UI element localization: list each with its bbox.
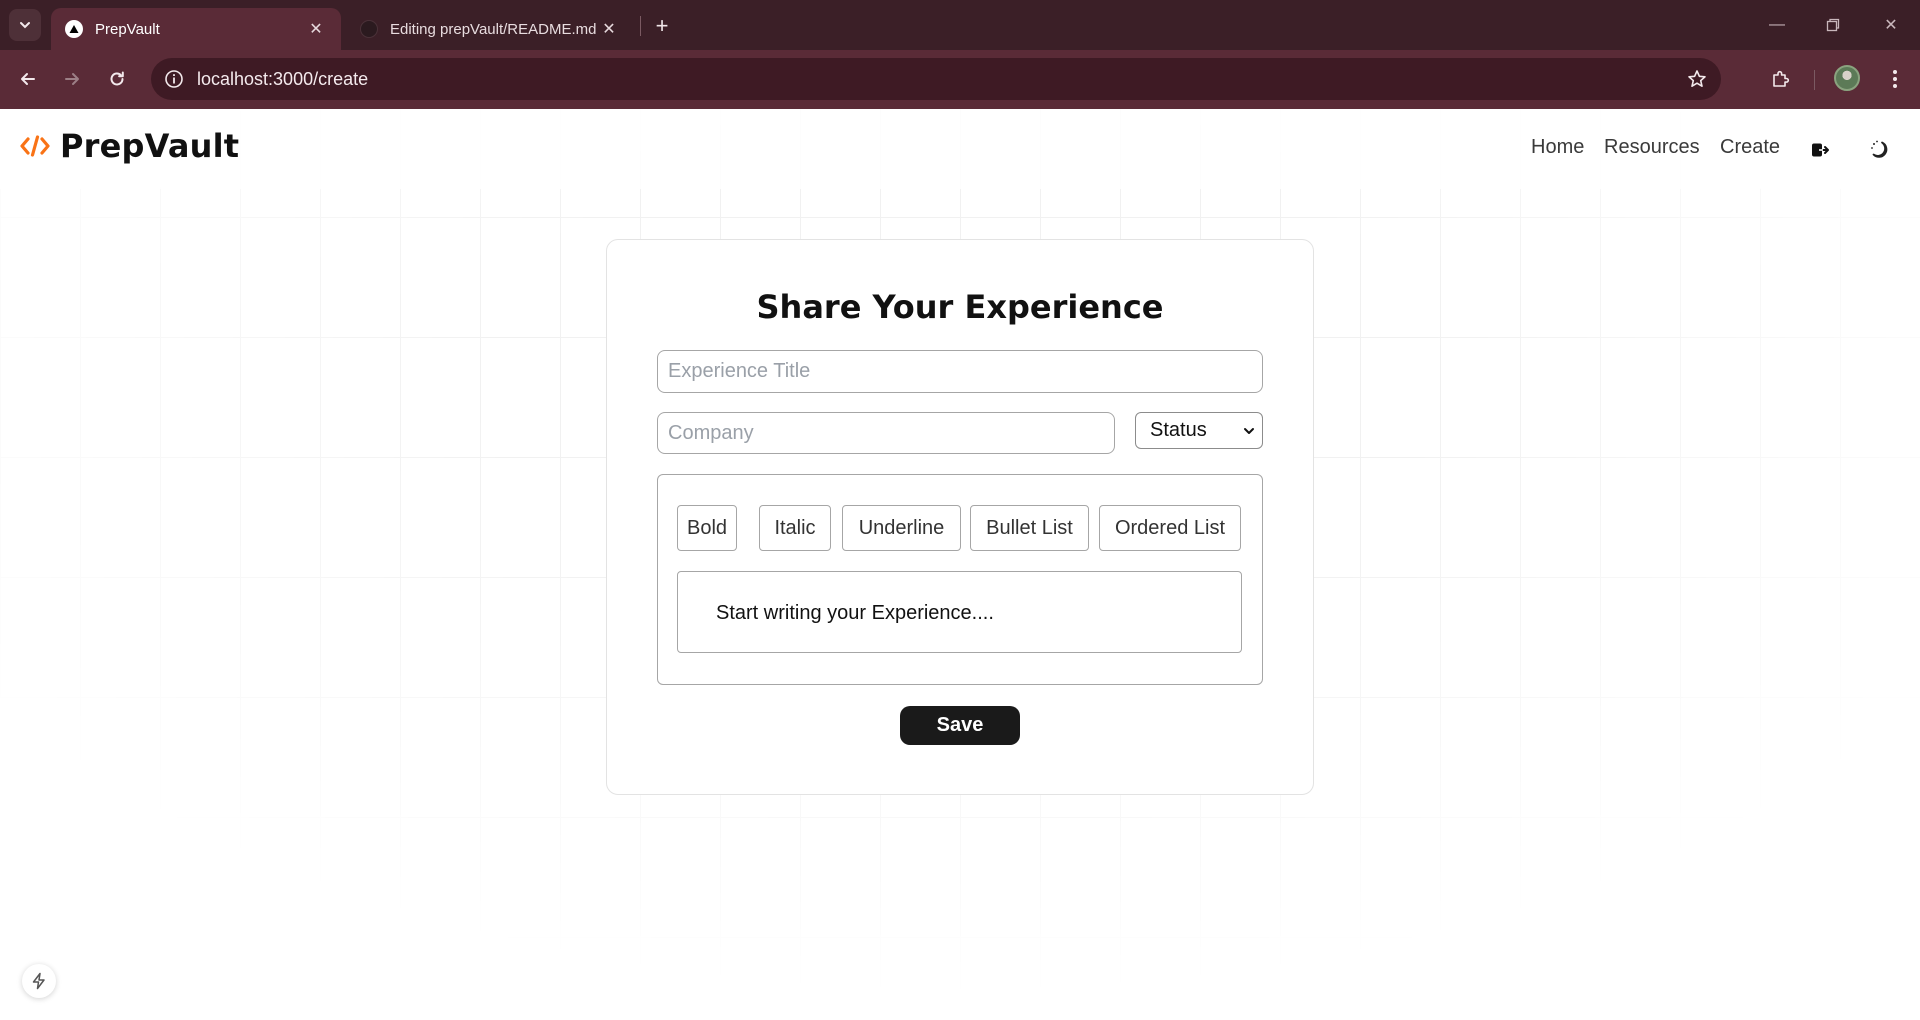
puzzle-icon <box>1773 70 1790 87</box>
status-selected-value: Status <box>1150 419 1207 441</box>
close-tab-icon[interactable]: ✕ <box>305 18 327 40</box>
arrow-left-icon <box>21 73 35 85</box>
extensions-button[interactable] <box>1766 64 1796 94</box>
forward-button[interactable] <box>57 64 87 94</box>
profile-avatar[interactable] <box>1834 65 1860 91</box>
ordered-list-button[interactable]: Ordered List <box>1099 505 1241 551</box>
form-heading: Share Your Experience <box>756 288 1164 326</box>
moon-icon <box>1871 140 1888 158</box>
tab-title: PrepVault <box>95 20 160 38</box>
tab-title: Editing prepVault/README.md <box>390 20 597 38</box>
tab-github-readme[interactable]: Editing prepVault/README.md ✕ <box>346 8 634 50</box>
back-button[interactable] <box>13 64 43 94</box>
nav-home-link[interactable]: Home <box>1531 136 1584 159</box>
code-icon <box>20 131 50 161</box>
vercel-triangle-icon <box>65 20 83 38</box>
brand-name: PrepVault <box>60 127 240 165</box>
status-select[interactable]: Status <box>1135 412 1263 449</box>
lightning-bolt-icon <box>32 972 45 990</box>
nav-create-link[interactable]: Create <box>1720 136 1780 159</box>
reload-button[interactable] <box>102 64 132 94</box>
github-icon <box>360 20 378 38</box>
kebab-menu-icon <box>1893 70 1897 88</box>
browser-tab-strip: PrepVault ✕ Editing prepVault/README.md … <box>0 0 1920 50</box>
url-text: localhost:3000/create <box>197 68 369 89</box>
bullet-list-button[interactable]: Bullet List <box>970 505 1089 551</box>
experience-form-card: Share Your Experience Status Bold Italic… <box>606 239 1314 795</box>
toolbar-separator <box>1814 70 1815 90</box>
page: PrepVault Home Resources Create Share Yo… <box>0 109 1920 1020</box>
theme-toggle-button[interactable] <box>1865 135 1895 165</box>
experience-title-input[interactable] <box>657 350 1263 393</box>
tab-prepvault[interactable]: PrepVault ✕ <box>51 8 341 50</box>
bookmark-star-icon[interactable] <box>1685 67 1709 91</box>
minimize-icon[interactable]: — <box>1764 12 1790 38</box>
chevron-down-icon <box>1244 427 1254 434</box>
close-tab-icon[interactable]: ✕ <box>598 18 620 40</box>
save-button[interactable]: Save <box>900 706 1020 745</box>
underline-button[interactable]: Underline <box>842 505 961 551</box>
arrow-right-icon <box>65 73 79 85</box>
browser-toolbar: localhost:3000/create <box>0 50 1920 109</box>
site-info-icon[interactable] <box>161 66 187 92</box>
dev-tools-button[interactable] <box>22 964 56 998</box>
logout-button[interactable] <box>1805 135 1835 165</box>
restore-icon[interactable] <box>1820 12 1846 38</box>
new-tab-button[interactable]: + <box>648 12 676 40</box>
close-window-icon[interactable]: ✕ <box>1878 12 1904 38</box>
address-bar[interactable]: localhost:3000/create <box>151 58 1721 100</box>
chevron-down-icon <box>20 22 30 29</box>
site-header: PrepVault Home Resources Create <box>0 109 1920 189</box>
nav-resources-link[interactable]: Resources <box>1604 136 1700 159</box>
reload-icon <box>110 71 124 86</box>
logout-icon <box>1812 143 1829 157</box>
company-input[interactable] <box>657 412 1115 454</box>
tab-separator <box>640 16 641 36</box>
brand-logo[interactable]: PrepVault <box>20 127 239 165</box>
tab-search-button[interactable] <box>9 9 41 41</box>
browser-menu-button[interactable] <box>1880 64 1910 94</box>
italic-button[interactable]: Italic <box>759 505 831 551</box>
editor-content-area[interactable]: Start writing your Experience.... <box>677 571 1242 653</box>
rich-text-editor: Bold Italic Underline Bullet List Ordere… <box>657 474 1263 685</box>
bold-button[interactable]: Bold <box>677 505 737 551</box>
